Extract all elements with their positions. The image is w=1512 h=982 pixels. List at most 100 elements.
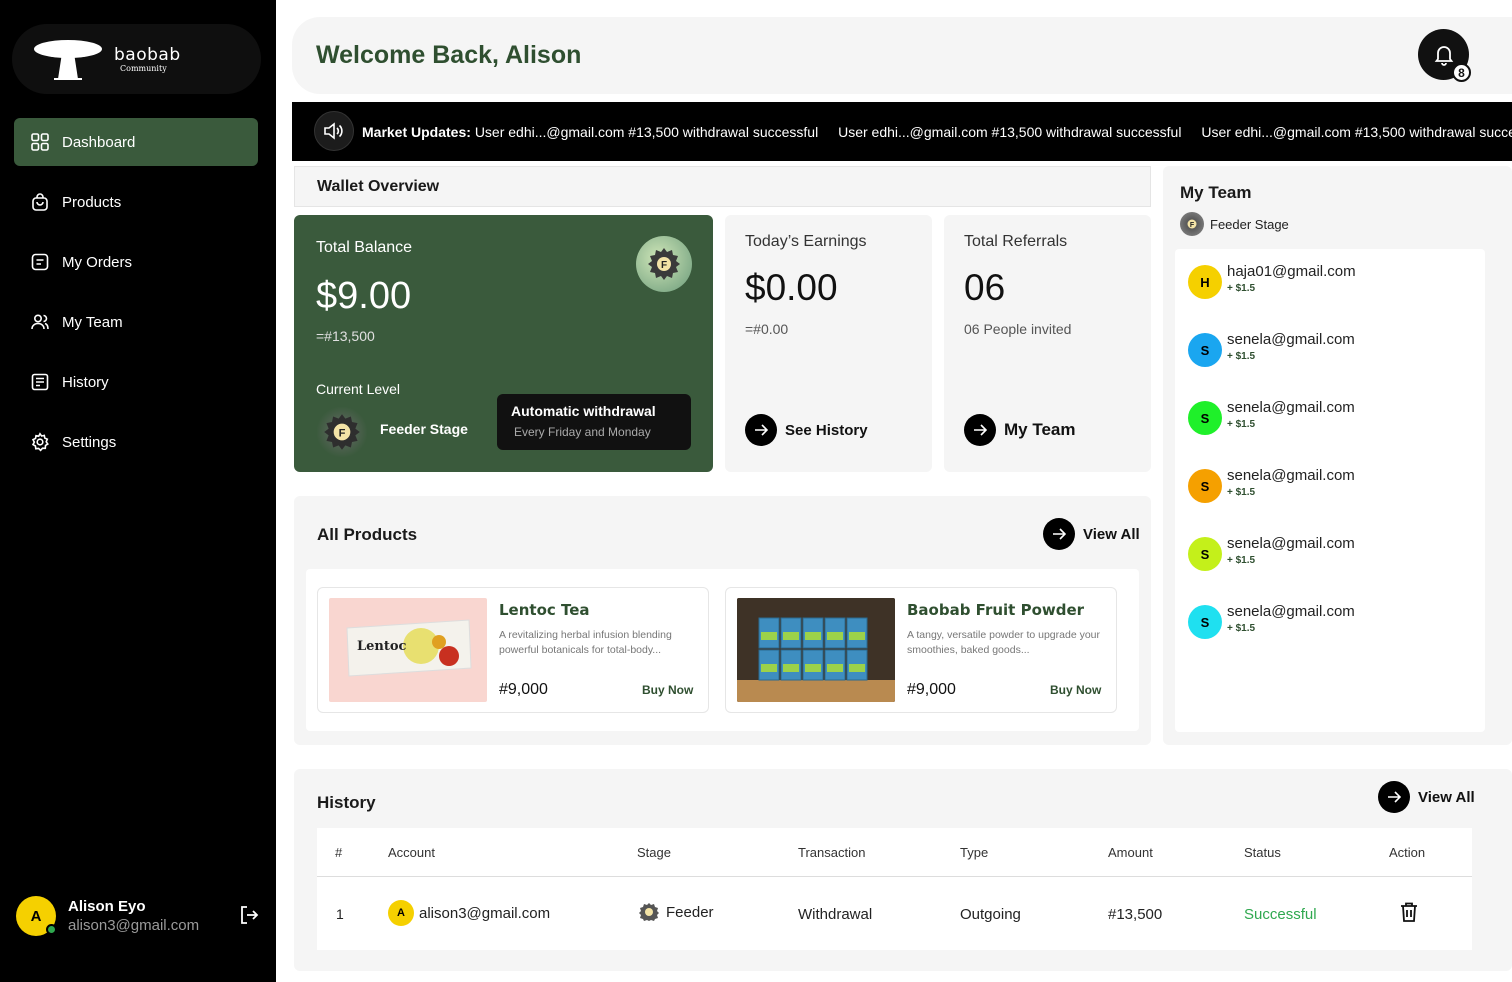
team-member-list: H haja01@gmail.com + $1.5 S senela@gmail.… — [1175, 249, 1485, 732]
svg-text:F: F — [661, 260, 667, 271]
team-stage: F Feeder Stage — [1180, 212, 1289, 236]
product-card[interactable]: Baobab Fruit Powder A tangy, versatile p… — [725, 587, 1117, 713]
arrow-right-icon — [1043, 518, 1075, 550]
product-name: Baobab Fruit Powder — [907, 601, 1085, 619]
buy-now-button[interactable]: Buy Now — [1050, 683, 1101, 697]
earnings-value: $0.00 — [745, 267, 838, 308]
product-image — [737, 598, 895, 702]
sidebar-item-label: Products — [62, 193, 122, 211]
product-card[interactable]: Lentoc Lentoc Tea A revitalizing herbal … — [317, 587, 709, 713]
svg-text:Lentoc: Lentoc — [357, 639, 407, 654]
referrals-sub: 06 People invited — [964, 321, 1072, 337]
feeder-badge-icon — [639, 903, 659, 921]
history-icon — [31, 373, 49, 391]
team-member[interactable]: S senela@gmail.com + $1.5 — [1188, 331, 1355, 367]
team-member[interactable]: S senela@gmail.com + $1.5 — [1188, 603, 1355, 639]
todays-earnings-card: Today’s Earnings $0.00 =#0.00 See Histor… — [725, 215, 932, 472]
sidebar-item-my-team[interactable]: My Team — [14, 298, 258, 346]
automatic-withdrawal-box[interactable]: Automatic withdrawal Every Friday and Mo… — [497, 394, 691, 450]
table-divider — [317, 876, 1472, 877]
page-title: Welcome Back, Alison — [316, 41, 582, 69]
column-header: Transaction — [798, 845, 866, 860]
column-header: Status — [1244, 845, 1281, 860]
column-header: Action — [1389, 845, 1426, 860]
my-team-button[interactable]: My Team — [964, 414, 1076, 446]
balance-value: $9.00 — [316, 275, 412, 317]
sidebar-item-history[interactable]: History — [14, 358, 258, 406]
current-level-name: Feeder Stage — [380, 421, 468, 437]
baobab-tree-icon — [34, 40, 102, 80]
row-type: Outgoing — [960, 906, 1021, 923]
brand-tagline: Community — [120, 64, 167, 73]
notification-count-badge: 8 — [1452, 63, 1471, 82]
brand-logo[interactable]: baobab Community — [12, 24, 261, 94]
referrals-label: Total Referrals — [964, 233, 1068, 250]
balance-label: Total Balance — [316, 239, 413, 256]
grid-icon — [31, 133, 49, 151]
ticker-label: Market Updates: — [362, 124, 471, 140]
sidebar-item-products[interactable]: Products — [14, 178, 258, 226]
avatar: H — [1188, 265, 1222, 299]
column-header: Amount — [1108, 845, 1153, 860]
orders-icon — [31, 253, 49, 271]
sidebar-item-my-orders[interactable]: My Orders — [14, 238, 258, 286]
team-member[interactable]: S senela@gmail.com + $1.5 — [1188, 535, 1355, 571]
avatar: S — [1188, 469, 1222, 503]
buy-now-button[interactable]: Buy Now — [642, 683, 693, 697]
svg-text:F: F — [1190, 222, 1195, 229]
column-header: Account — [388, 845, 435, 860]
history-panel: History View All # Account Stage Transac… — [294, 769, 1512, 971]
my-team-panel: My Team F Feeder Stage H haja01@gmail.co… — [1163, 166, 1512, 745]
svg-text:F: F — [339, 427, 346, 439]
product-description: A revitalizing herbal infusion blending … — [499, 629, 672, 656]
team-member[interactable]: H haja01@gmail.com + $1.5 — [1188, 263, 1356, 299]
sidebar-item-dashboard[interactable]: Dashboard — [14, 118, 258, 166]
history-view-all-button[interactable]: View All — [1378, 781, 1475, 813]
row-amount: #13,500 — [1108, 906, 1163, 923]
wallet-overview-header: Wallet Overview — [294, 166, 1151, 207]
avatar: S — [1188, 605, 1222, 639]
user-email: alison3@gmail.com — [68, 917, 200, 934]
team-icon — [31, 314, 49, 330]
gear-icon — [31, 432, 49, 452]
row-transaction: Withdrawal — [798, 906, 873, 923]
level-badge-icon: F — [636, 236, 692, 292]
products-list: Lentoc Lentoc Tea A revitalizing herbal … — [306, 569, 1139, 731]
feeder-badge-icon: F — [316, 406, 368, 458]
bag-icon — [32, 193, 48, 211]
market-updates-ticker: Market Updates: User edhi...@gmail.com #… — [292, 102, 1512, 161]
column-header: # — [335, 845, 343, 860]
see-history-button[interactable]: See History — [745, 414, 868, 446]
arrow-right-icon — [1378, 781, 1410, 813]
avatar: S — [1188, 333, 1222, 367]
earnings-naira: =#0.00 — [745, 321, 789, 337]
feeder-badge-icon: F — [1180, 212, 1204, 236]
sidebar-item-label: My Orders — [62, 253, 133, 271]
sidebar-item-label: My Team — [62, 313, 123, 331]
auto-withdrawal-title: Automatic withdrawal — [511, 403, 656, 419]
product-price: #9,000 — [499, 681, 548, 698]
products-view-all-button[interactable]: View All — [1043, 518, 1140, 550]
team-title: My Team — [1180, 183, 1252, 202]
product-image: Lentoc — [329, 598, 487, 702]
team-member[interactable]: S senela@gmail.com + $1.5 — [1188, 467, 1355, 503]
column-header: Stage — [637, 845, 671, 860]
user-profile[interactable]: A Alison Eyo alison3@gmail.com — [16, 894, 266, 938]
arrow-right-icon — [745, 414, 777, 446]
history-table: # Account Stage Transaction Type Amount … — [317, 828, 1472, 950]
total-referrals-card: Total Referrals 06 06 People invited My … — [944, 215, 1151, 472]
ticker-message: User edhi...@gmail.com #13,500 withdrawa… — [1201, 124, 1512, 140]
logout-icon[interactable] — [238, 904, 260, 926]
product-description: A tangy, versatile powder to upgrade you… — [907, 629, 1101, 656]
arrow-right-icon — [964, 414, 996, 446]
balance-naira: =#13,500 — [316, 328, 375, 344]
referrals-value: 06 — [964, 267, 1006, 308]
team-member[interactable]: S senela@gmail.com + $1.5 — [1188, 399, 1355, 435]
products-title: All Products — [317, 525, 418, 544]
bell-icon — [1434, 45, 1453, 66]
avatar: A — [388, 900, 414, 926]
trash-icon — [1401, 902, 1417, 922]
sidebar-item-settings[interactable]: Settings — [14, 418, 258, 466]
current-level-label: Current Level — [316, 381, 401, 397]
delete-button[interactable] — [1400, 902, 1418, 922]
